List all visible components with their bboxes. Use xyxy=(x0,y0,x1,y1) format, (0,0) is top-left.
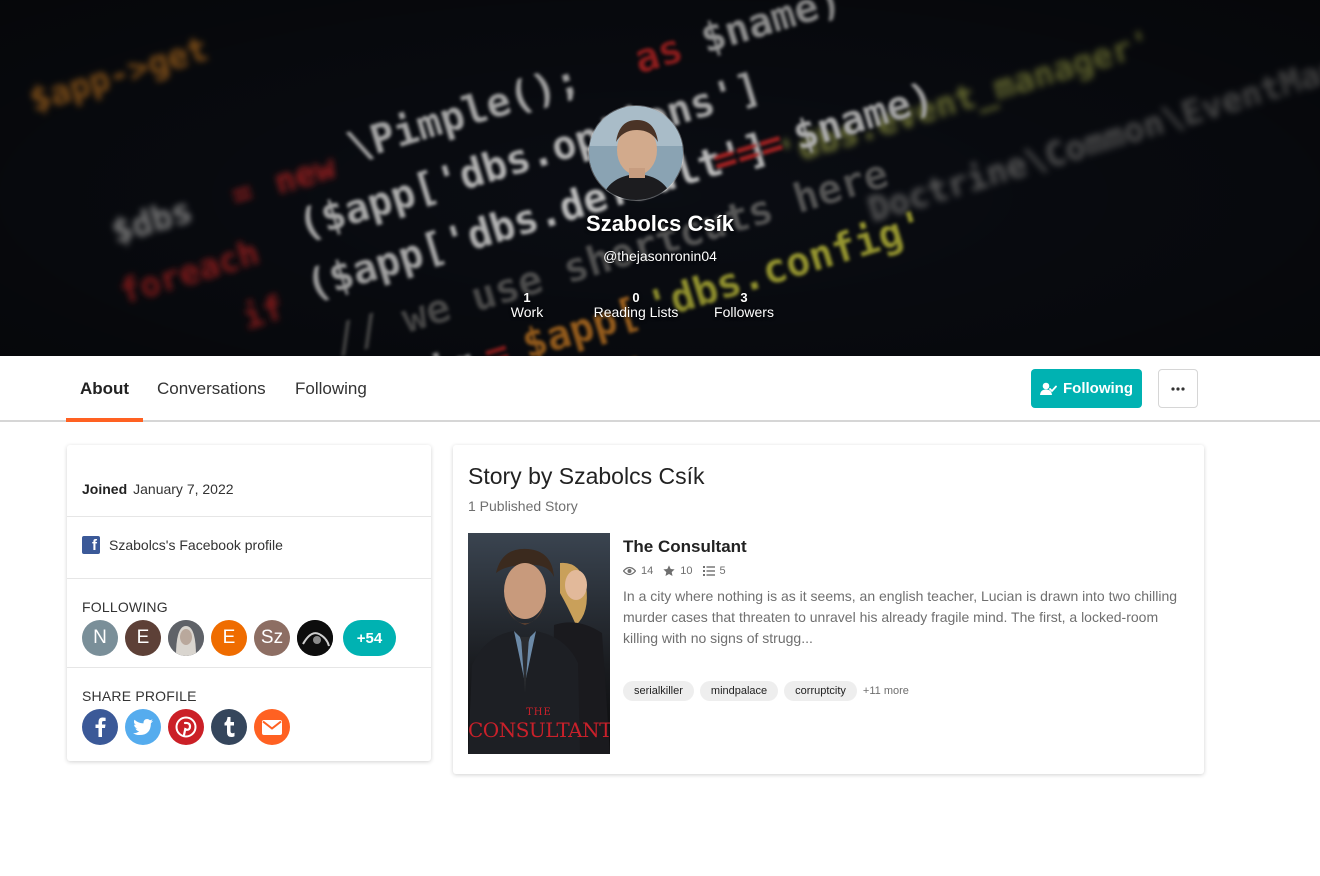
stat-reading-lists-label: Reading Lists xyxy=(593,304,679,320)
following-avatar[interactable]: E xyxy=(211,620,247,656)
book-stats: 14 10 5 xyxy=(623,565,726,577)
profile-header: $app->get $dbs = new foreach if 'dbs.eve… xyxy=(0,0,1320,356)
following-more-button[interactable]: +54 xyxy=(343,620,396,656)
profile-avatar xyxy=(588,105,684,201)
eye-icon xyxy=(623,566,636,576)
facebook-profile-link[interactable]: f Szabolcs's Facebook profile xyxy=(82,536,283,554)
tumblr-icon xyxy=(224,717,235,737)
more-tags-link[interactable]: +11 more xyxy=(863,685,909,697)
stories-card: Story by Szabolcs Csík 1 Published Story xyxy=(453,445,1204,774)
user-check-icon xyxy=(1040,382,1057,395)
share-icons xyxy=(82,709,290,745)
facebook-icon: f xyxy=(82,536,100,554)
twitter-icon xyxy=(133,719,153,735)
ellipsis-icon xyxy=(1171,386,1185,391)
following-title: FOLLOWING xyxy=(82,599,168,615)
share-section: SHARE PROFILE xyxy=(67,668,431,761)
following-button-label: Following xyxy=(1063,380,1133,397)
joined-date: January 7, 2022 xyxy=(133,481,234,497)
joined-row: Joined January 7, 2022 xyxy=(82,481,234,497)
book-cover[interactable]: THE CONSULTANT xyxy=(468,533,610,754)
book-reads-count: 14 xyxy=(641,565,654,577)
pinterest-icon xyxy=(175,716,197,738)
facebook-section: f Szabolcs's Facebook profile xyxy=(67,517,431,579)
share-email-button[interactable] xyxy=(254,709,290,745)
profile-display-name: Szabolcs Csík xyxy=(586,211,734,236)
joined-section: Joined January 7, 2022 xyxy=(67,445,431,517)
following-button[interactable]: Following xyxy=(1031,369,1142,408)
facebook-icon xyxy=(95,717,106,737)
stat-followers-value: 3 xyxy=(740,290,748,305)
following-avatars: N E E Sz +54 xyxy=(82,620,396,656)
stat-reading-lists-value: 0 xyxy=(632,290,640,305)
book-title[interactable]: The Consultant xyxy=(623,537,747,557)
email-icon xyxy=(262,719,282,735)
share-tumblr-button[interactable] xyxy=(211,709,247,745)
book-tags: serialkiller mindpalace corruptcity +11 … xyxy=(623,681,909,701)
following-avatar[interactable] xyxy=(168,620,204,656)
avatar-photo xyxy=(297,620,333,656)
star-icon xyxy=(663,565,675,576)
book-cover-title: THE CONSULTANT xyxy=(468,707,610,742)
following-avatar[interactable]: Sz xyxy=(254,620,290,656)
stat-followers-label: Followers xyxy=(714,304,774,320)
stat-reading-lists[interactable]: 0 Reading Lists xyxy=(590,290,682,320)
facebook-profile-label: Szabolcs's Facebook profile xyxy=(109,537,283,553)
stat-works-label: Work xyxy=(510,304,544,320)
stat-works[interactable]: 1 Work xyxy=(504,290,550,320)
tag-mindpalace[interactable]: mindpalace xyxy=(699,681,779,701)
avatar-photo xyxy=(168,620,204,656)
following-avatar[interactable]: E xyxy=(125,620,161,656)
joined-label: Joined xyxy=(82,481,128,497)
share-facebook-button[interactable] xyxy=(82,709,118,745)
tab-following[interactable]: Following xyxy=(295,356,367,420)
stories-heading: Story by Szabolcs Csík xyxy=(468,463,705,489)
book-parts-count: 5 xyxy=(719,565,726,577)
following-avatar[interactable]: N xyxy=(82,620,118,656)
list-icon xyxy=(702,566,715,576)
tab-conversations[interactable]: Conversations xyxy=(157,356,266,420)
book-description: In a city where nothing is as it seems, … xyxy=(623,588,1178,646)
share-title: SHARE PROFILE xyxy=(82,688,197,704)
tab-about[interactable]: About xyxy=(65,356,144,422)
tag-corruptcity[interactable]: corruptcity xyxy=(784,681,857,701)
stat-followers[interactable]: 3 Followers xyxy=(710,290,778,320)
tag-serialkiller[interactable]: serialkiller xyxy=(623,681,694,701)
profile-username: @thejasonronin04 xyxy=(603,248,717,264)
stat-works-value: 1 xyxy=(523,290,531,305)
following-section: FOLLOWING N E E Sz +54 xyxy=(67,579,431,668)
about-card: Joined January 7, 2022 f Szabolcs's Faceb… xyxy=(67,445,431,761)
stories-count: 1 Published Story xyxy=(468,498,578,514)
more-options-button[interactable] xyxy=(1158,369,1198,408)
share-pinterest-button[interactable] xyxy=(168,709,204,745)
following-avatar[interactable] xyxy=(297,620,333,656)
profile-tab-bar: About Conversations Following Following xyxy=(0,356,1320,422)
share-twitter-button[interactable] xyxy=(125,709,161,745)
book-votes-count: 10 xyxy=(680,565,693,577)
